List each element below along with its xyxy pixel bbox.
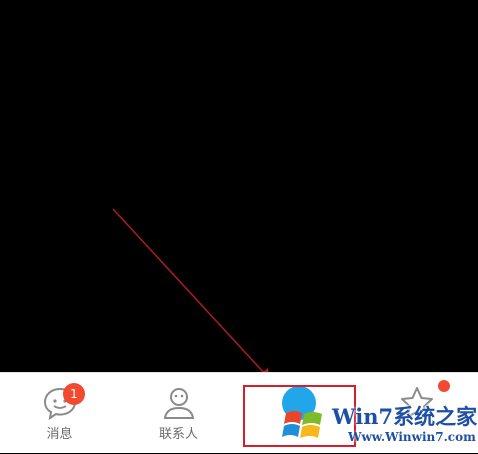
watermark: Win7系统之家 Www.Winwin7.com xyxy=(282,397,478,453)
tab-messages[interactable]: 1 消息 xyxy=(0,373,119,454)
watermark-url: Www.Winwin7.com xyxy=(348,430,476,444)
tab-label-contacts: 联系人 xyxy=(158,427,198,442)
windows-logo-icon xyxy=(282,411,322,438)
tab-contacts[interactable]: 联系人 xyxy=(119,373,238,454)
notification-dot xyxy=(438,380,450,392)
contacts-person-icon xyxy=(163,388,194,419)
unread-badge: 1 xyxy=(63,383,85,405)
watermark-title: Win7系统之家 xyxy=(332,404,478,429)
tab-label-messages: 消息 xyxy=(46,427,73,442)
app-content-area xyxy=(0,0,478,372)
